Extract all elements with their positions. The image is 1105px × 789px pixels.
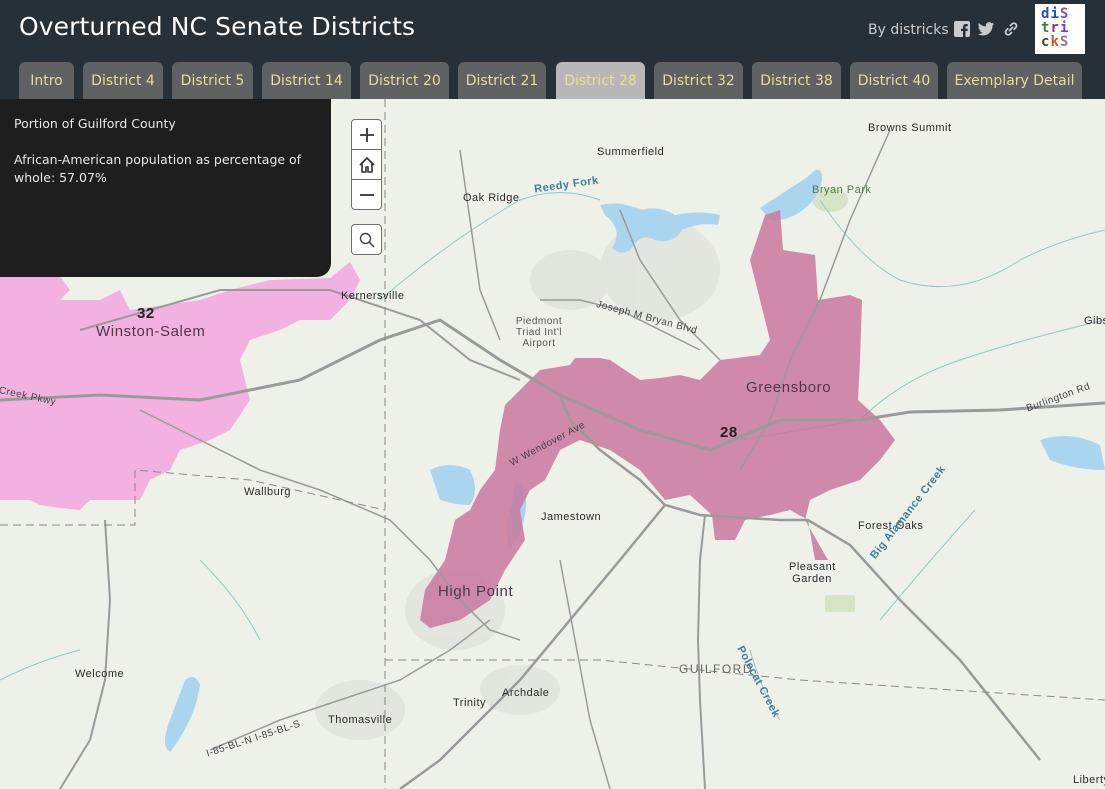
tab-district-32[interactable]: District 32 [654, 62, 743, 99]
tab-district-21[interactable]: District 21 [458, 62, 546, 99]
city-label-greensboro: Greensboro [746, 379, 832, 396]
logo-letter: S [1059, 34, 1070, 50]
district-28-label: 28 [720, 424, 738, 441]
place-gibsonville: Gibs [1084, 315, 1105, 327]
zoom-in-button[interactable] [352, 120, 381, 150]
place-welcome: Welcome [75, 668, 125, 680]
minus-icon [359, 194, 374, 196]
app-header: Overturned NC Senate Districts By distri… [0, 0, 1105, 99]
twitter-icon[interactable] [977, 20, 995, 38]
logo-row-1: diS [1041, 7, 1085, 21]
city-label-winston-salem: Winston-Salem [96, 323, 206, 340]
place-kernersville: Kernersville [341, 290, 405, 302]
city-label-high-point: High Point [438, 583, 514, 600]
logo-row-2: tri [1041, 21, 1085, 35]
logo-letter: k [1050, 34, 1060, 50]
place-pleasant-garden: Pleasant Garden [789, 561, 836, 585]
district-32-label: 32 [137, 305, 155, 322]
home-icon [358, 156, 375, 173]
tab-exemplary-detail[interactable]: Exemplary Detail [947, 62, 1082, 99]
zoom-control [351, 119, 382, 210]
place-trinity: Trinity [453, 697, 487, 709]
plus-icon [359, 127, 374, 142]
place-archdale: Archdale [502, 687, 550, 699]
home-button[interactable] [352, 150, 381, 180]
place-liberty: Liberty [1073, 774, 1105, 786]
place-thomasville: Thomasville [328, 714, 393, 726]
place-wallburg: Wallburg [244, 486, 291, 498]
link-icon[interactable] [1002, 20, 1020, 38]
map-search-button[interactable] [351, 224, 382, 255]
tab-district-14[interactable]: District 14 [262, 62, 351, 99]
tab-intro[interactable]: Intro [19, 62, 74, 99]
tab-district-20[interactable]: District 20 [360, 62, 449, 99]
tab-district-4[interactable]: District 4 [83, 62, 163, 99]
county-label-guilford: GUILFORD [679, 662, 754, 676]
tab-district-28[interactable]: District 28 [556, 62, 645, 99]
search-icon [359, 232, 375, 248]
place-airport: Piedmont Triad Int'l Airport [515, 316, 563, 349]
district-info-panel: Portion of Guilford County African-Ameri… [0, 99, 331, 277]
place-summerfield: Summerfield [597, 146, 665, 158]
info-stat: African-American population as percentag… [14, 152, 302, 185]
tab-district-5[interactable]: District 5 [172, 62, 253, 99]
facebook-icon[interactable] [953, 20, 971, 38]
byline: By districks [868, 22, 949, 38]
districks-logo[interactable]: diS tri ckS [1035, 4, 1085, 54]
logo-row-3: ckS [1041, 35, 1085, 49]
page-title: Overturned NC Senate Districts [19, 12, 416, 41]
tab-district-38[interactable]: District 38 [752, 62, 841, 99]
tab-district-40[interactable]: District 40 [850, 62, 938, 99]
park-bryan-park: Bryan Park [812, 184, 872, 196]
place-jamestown: Jamestown [541, 511, 602, 523]
place-oak-ridge: Oak Ridge [463, 192, 520, 204]
zoom-out-button[interactable] [352, 180, 381, 210]
info-heading: Portion of Guilford County [14, 116, 176, 131]
place-browns-summit: Browns Summit [868, 122, 952, 134]
